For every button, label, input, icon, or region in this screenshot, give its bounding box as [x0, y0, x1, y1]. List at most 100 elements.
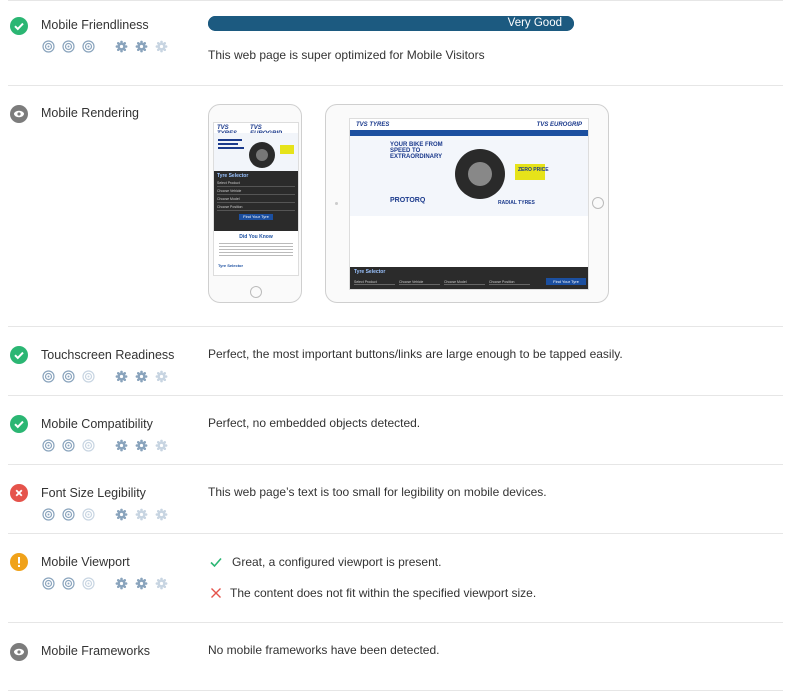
phone-home-button: [250, 286, 262, 298]
cross-icon: [208, 585, 224, 601]
tablet-select-field: Select Product: [354, 279, 395, 285]
phone-link: Tyre Selector: [218, 263, 244, 268]
target-icon: [42, 439, 55, 452]
tablet-find-button: Find Your Tyre: [546, 278, 586, 285]
gear-icon: [115, 439, 128, 452]
target-icon: [42, 370, 55, 383]
tablet-product: PROTORQ: [390, 197, 426, 204]
gear-icon: [135, 40, 148, 53]
row-mobile-compatibility: Mobile Compatibility Perfect, no embedde…: [8, 395, 783, 464]
gear-icon-light: [155, 439, 168, 452]
metric-description: This web page is super optimized for Mob…: [208, 48, 485, 62]
phone-select-field: Choose Position: [217, 203, 295, 211]
score-bar: Very Good: [208, 16, 574, 31]
metric-description: This web page’s text is too small for le…: [208, 485, 547, 499]
gear-icon: [135, 577, 148, 590]
target-icon: [42, 577, 55, 590]
tablet-screen: TVS TYRES TVS EUROGRIP YOUR BIKE FROM SP…: [349, 118, 589, 290]
rating-icons: [42, 370, 175, 383]
row-mobile-friendliness: Mobile Friendliness Very Good This web p…: [8, 0, 783, 85]
metric-label: Mobile Friendliness: [41, 18, 149, 32]
tablet-tyre-selector: Tyre Selector Select Product Choose Vehic…: [350, 267, 588, 289]
viewport-ok-line: Great, a configured viewport is present.: [208, 554, 441, 570]
fail-cross-icon: [10, 484, 28, 502]
row-touchscreen-readiness: Touchscreen Readiness Perfect, the most …: [8, 326, 783, 395]
rating-icons: [42, 577, 175, 590]
phone-find-button: Find Your Tyre: [239, 214, 273, 220]
viewport-ok-text: Great, a configured viewport is present.: [232, 555, 442, 569]
pass-check-icon: [10, 346, 28, 364]
viewport-fail-line: The content does not fit within the spec…: [208, 585, 536, 601]
tablet-camera: [335, 202, 338, 205]
row-mobile-frameworks: Mobile Frameworks No mobile frameworks h…: [8, 622, 783, 691]
gear-icon: [115, 40, 128, 53]
metric-label: Touchscreen Readiness: [41, 348, 175, 362]
row-font-size-legibility: Font Size Legibility This web page’s tex…: [8, 464, 783, 533]
phone-hero-image: [214, 133, 298, 171]
tablet-brand: TVS EUROGRIP: [536, 121, 582, 128]
tablet-logo: TVS TYRES: [356, 121, 390, 128]
phone-brand: TVS EUROGRIP: [250, 125, 282, 137]
metric-description: Perfect, no embedded objects detected.: [208, 416, 421, 430]
phone-select-field: Choose Vehicle: [217, 187, 295, 195]
tablet-select-field: Choose Position: [489, 279, 530, 285]
tablet-select-field: Choose Vehicle: [399, 279, 440, 285]
target-icon: [42, 40, 55, 53]
gear-icon-light: [155, 577, 168, 590]
metric-label: Mobile Viewport: [41, 555, 130, 569]
tablet-tagline: RADIAL TYRES: [498, 200, 535, 206]
gear-icon: [135, 439, 148, 452]
metric-description: Perfect, the most important buttons/link…: [208, 347, 623, 361]
eye-icon: [10, 105, 28, 123]
tablet-promo: ZERO PRICE: [518, 167, 549, 173]
gear-icon: [115, 370, 128, 383]
target-icon: [62, 508, 75, 521]
metric-label: Font Size Legibility: [41, 486, 146, 500]
target-icon: [82, 40, 95, 53]
gear-icon: [115, 577, 128, 590]
phone-screen: TVS TYRES TVS EUROGRIP Tyre Selector Sel…: [213, 122, 299, 276]
tablet-preview: TVS TYRES TVS EUROGRIP YOUR BIKE FROM SP…: [325, 104, 609, 303]
phone-select-field: Choose Model: [217, 195, 295, 203]
tablet-select-field: Choose Model: [444, 279, 485, 285]
target-icon-light: [82, 439, 95, 452]
pass-check-icon: [10, 415, 28, 433]
tablet-hero-image: YOUR BIKE FROM SPEED TO EXTRAORDINARY PR…: [350, 136, 588, 216]
metric-label: Mobile Compatibility: [41, 417, 153, 431]
eye-icon: [10, 643, 28, 661]
phone-text-lines: [214, 240, 298, 259]
target-icon: [42, 508, 55, 521]
check-icon: [208, 554, 224, 570]
gear-icon: [115, 508, 128, 521]
gear-icon-light: [135, 508, 148, 521]
rating-icons: [42, 439, 175, 452]
tablet-panel-title: Tyre Selector: [354, 269, 386, 275]
target-icon: [62, 40, 75, 53]
row-mobile-rendering: Mobile Rendering TVS TYRES TVS EUROGRIP …: [8, 85, 783, 326]
target-icon: [62, 439, 75, 452]
metric-label: Mobile Frameworks: [41, 644, 151, 658]
gear-icon-light: [155, 40, 168, 53]
phone-select-field: Select Product: [217, 179, 295, 187]
phone-preview: TVS TYRES TVS EUROGRIP Tyre Selector Sel…: [208, 104, 302, 303]
metric-description: No mobile frameworks have been detected.: [208, 643, 440, 657]
gear-icon-light: [155, 370, 168, 383]
warning-icon: [10, 553, 28, 571]
score-bar-label: Very Good: [507, 17, 562, 29]
target-icon-light: [82, 370, 95, 383]
phone-logo: TVS TYRES: [217, 125, 237, 137]
target-icon-light: [82, 508, 95, 521]
metric-label: Mobile Rendering: [41, 106, 139, 120]
target-icon-light: [82, 577, 95, 590]
pass-check-icon: [10, 17, 28, 35]
target-icon: [62, 577, 75, 590]
rating-icons: [42, 508, 175, 521]
phone-tyre-selector: Tyre Selector Select Product Choose Vehic…: [214, 171, 298, 231]
rating-icons: [42, 40, 175, 53]
tablet-home-button: [592, 197, 604, 209]
gear-icon-light: [155, 508, 168, 521]
target-icon: [62, 370, 75, 383]
gear-icon: [135, 370, 148, 383]
row-mobile-viewport: Mobile Viewport Great, a configured view…: [8, 533, 783, 632]
viewport-fail-text: The content does not fit within the spec…: [230, 586, 537, 600]
